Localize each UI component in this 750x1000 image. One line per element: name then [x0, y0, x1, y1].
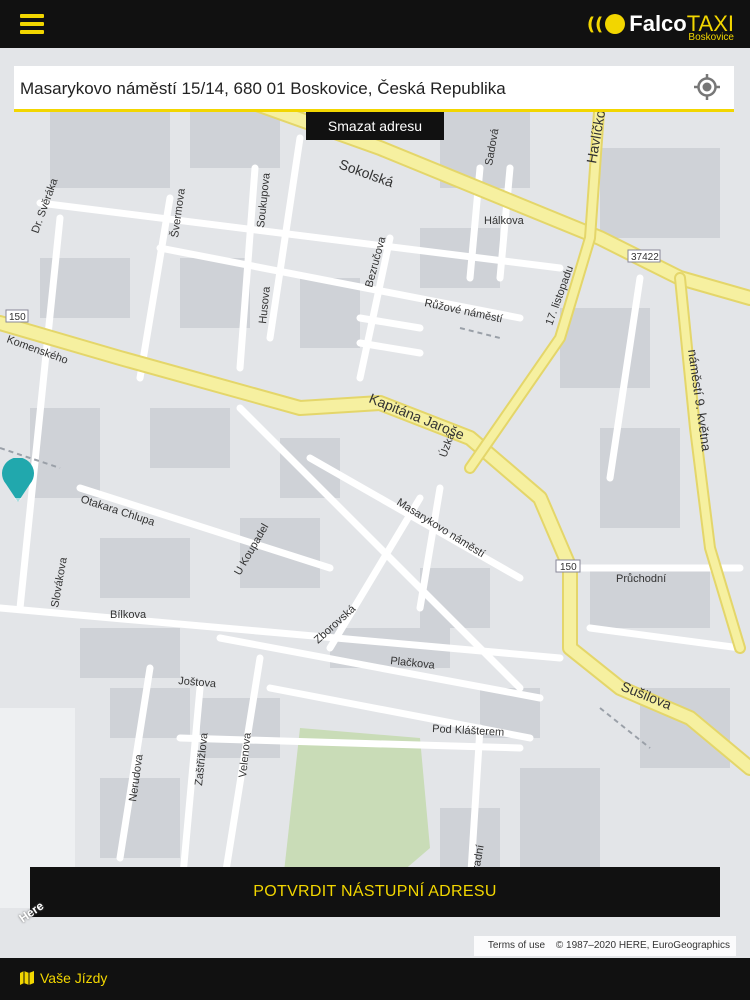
- street-label: Bílkova: [110, 609, 147, 621]
- map-copyright: © 1987–2020 HERE, EuroGeographics: [555, 940, 730, 951]
- menu-icon[interactable]: [20, 14, 44, 34]
- top-bar: (( Falco TAXI Boskovice: [0, 0, 750, 48]
- map-icon: [20, 971, 34, 985]
- street-label: Slovákova: [49, 556, 70, 609]
- logo-subtitle: Boskovice: [688, 32, 734, 43]
- terms-of-use-link[interactable]: Terms of use: [488, 940, 545, 951]
- street-label: Průchodní: [616, 573, 666, 585]
- road-number-150-east: 150: [560, 562, 577, 573]
- street-label: Soukupova: [255, 171, 273, 228]
- falco-taxi-logo: (( Falco TAXI Boskovice: [586, 6, 734, 43]
- pickup-address-value[interactable]: Masarykovo náměstí 15/14, 680 01 Boskovi…: [20, 79, 506, 99]
- street-label: Hálkova: [484, 215, 525, 227]
- confirm-pickup-button[interactable]: POTVRDIT NÁSTUPNÍ ADRESU: [30, 867, 720, 917]
- map-canvas: 150 37422 150 Sokolská Havlíčkova Sadová…: [0, 90, 750, 912]
- clear-address-button[interactable]: Smazat adresu: [306, 112, 444, 140]
- my-rides-link[interactable]: Vaše Jízdy: [20, 970, 107, 986]
- logo-mark-icon: [605, 14, 626, 34]
- logo-brand: Falco: [629, 11, 687, 36]
- road-number-37422: 37422: [631, 252, 659, 263]
- map-view[interactable]: 150 37422 150 Sokolská Havlíčkova Sadová…: [0, 48, 750, 958]
- location-pin-icon[interactable]: [0, 458, 36, 502]
- street-label: Masarykovo náměstí: [394, 496, 486, 560]
- locate-me-icon[interactable]: [694, 74, 720, 100]
- bottom-bar: Vaše Jízdy: [0, 958, 750, 1000]
- pickup-address-field[interactable]: Masarykovo náměstí 15/14, 680 01 Boskovi…: [14, 66, 734, 112]
- road-number-150-west: 150: [9, 312, 26, 323]
- street-label: Růžové náměstí: [423, 297, 503, 325]
- street-label: Sokolská: [337, 156, 396, 191]
- my-rides-label: Vaše Jízdy: [40, 970, 108, 986]
- map-attribution: Terms of use © 1987–2020 HERE, EuroGeogr…: [473, 936, 736, 956]
- street-label: Pod Klášterem: [432, 723, 505, 739]
- radio-waves-icon: ((: [586, 13, 604, 35]
